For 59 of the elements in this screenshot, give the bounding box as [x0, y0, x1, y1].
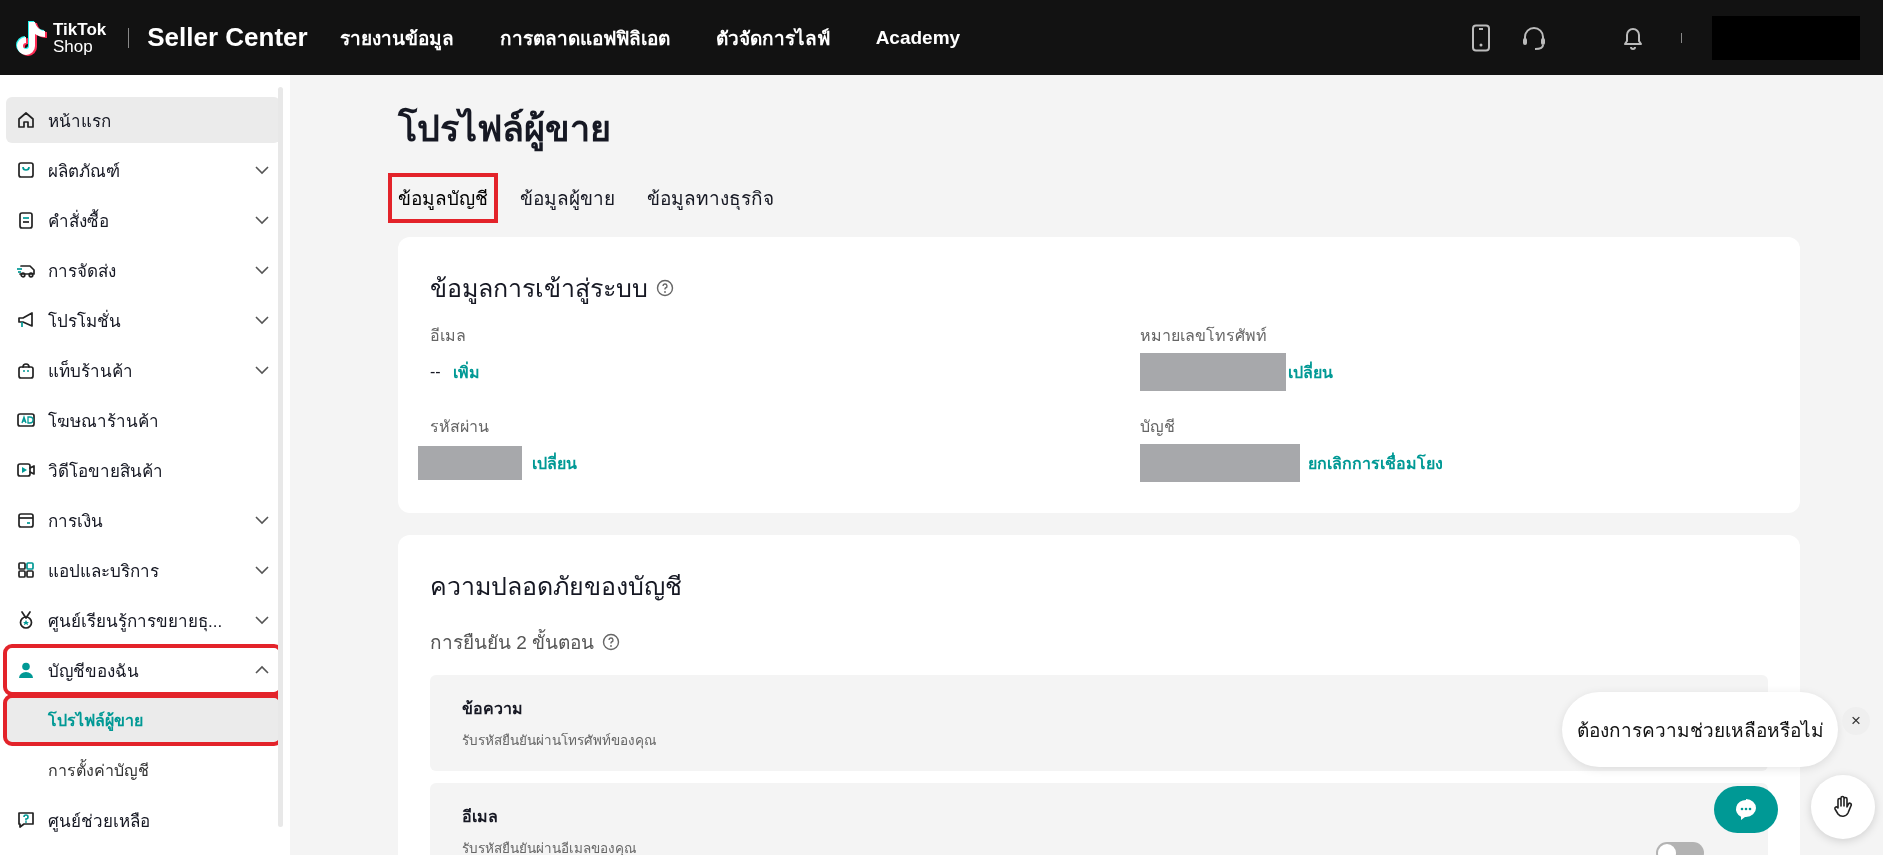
page-title: โปรไฟล์ผู้ขาย	[398, 105, 1800, 153]
field-label: อีเมล	[430, 326, 467, 346]
sidebar-item[interactable]: บัญชีของฉัน	[6, 647, 280, 693]
help-bubble: ต้องการความช่วยเหลือหรือไม่	[1562, 692, 1838, 767]
section-subtitle: การยืนยัน 2 ขั้นตอน	[430, 627, 595, 657]
nav-link[interactable]: รายงานข้อมูล	[339, 22, 454, 53]
help-icon[interactable]	[656, 279, 674, 297]
field-value: --	[430, 363, 441, 381]
tab[interactable]: ข้อมูลบัญชี	[390, 175, 496, 221]
wave-button[interactable]	[1811, 775, 1875, 839]
shopping-bag-icon	[16, 360, 36, 380]
field-label: รหัสผ่าน	[430, 417, 490, 437]
method-title: ข้อความ	[462, 698, 524, 719]
sidebar-item[interactable]: วิดีโอขายสินค้า	[6, 447, 280, 493]
sidebar-item[interactable]: หน้าแรก	[6, 97, 280, 143]
scrollbar[interactable]	[278, 87, 283, 827]
sidebar-item[interactable]: แท็บร้านค้า	[6, 347, 280, 393]
sidebar-item[interactable]: โฆษณาร้านค้า	[6, 397, 280, 443]
action-link[interactable]: เปลี่ยน	[532, 450, 577, 476]
sidebar-item[interactable]: คำสั่งซื้อ	[6, 197, 280, 243]
tab[interactable]: ข้อมูลผู้ขาย	[512, 175, 623, 221]
field-label: บัญชี	[1140, 417, 1176, 438]
action-link[interactable]: เพิ่ม	[452, 359, 480, 385]
sidebar-subitem[interactable]: การตั้งค่าบัญชี	[6, 747, 280, 793]
chat-icon	[1734, 797, 1758, 822]
product-name: Seller Center	[147, 22, 308, 53]
ad-icon	[16, 410, 36, 430]
megaphone-icon	[16, 310, 36, 330]
clipboard-icon	[16, 210, 36, 230]
action-link[interactable]: ยกเลิกการเชื่อมโยง	[1308, 450, 1443, 476]
help-icon[interactable]	[602, 633, 621, 651]
nav-link[interactable]: Academy	[875, 26, 961, 49]
sidebar-item[interactable]: ผลิตภัณฑ์	[6, 147, 280, 193]
nav-link[interactable]: ตัวจัดการไลฟ์	[715, 22, 830, 53]
action-link[interactable]: เปลี่ยน	[1288, 359, 1333, 385]
card-title: ความปลอดภัยของบัญชี	[430, 571, 683, 603]
nav-link[interactable]: การตลาดแอฟฟิลิเอต	[499, 22, 670, 53]
bag-icon	[16, 160, 36, 180]
card-title: ข้อมูลการเข้าสู่ระบบ	[430, 273, 648, 305]
tab[interactable]: ข้อมูลทางธุรกิจ	[639, 175, 782, 221]
sidebar-item[interactable]: แอปและบริการ	[6, 547, 280, 593]
headset-icon[interactable]	[1521, 24, 1547, 51]
home-icon	[16, 110, 36, 130]
video-icon	[16, 460, 36, 480]
apps-icon	[16, 560, 36, 580]
sidebar-item[interactable]: โปรโมชั่น	[6, 297, 280, 343]
logo-text: Shop	[53, 37, 94, 55]
method-title: อีเมล	[462, 806, 499, 827]
logo-text: TikTok	[53, 20, 107, 38]
field-label: หมายเลขโทรศัพท์	[1140, 325, 1268, 346]
sidebar-item[interactable]: ศูนย์เรียนรู้การขยายธุ...	[6, 597, 280, 643]
sidebar-item[interactable]: ศูนย์ช่วยเหลือ	[6, 797, 280, 843]
user-icon	[16, 660, 36, 680]
sidebar-item[interactable]: การเงิน	[6, 497, 280, 543]
sidebar-item[interactable]: การจัดส่ง	[6, 247, 280, 293]
help-icon	[16, 810, 36, 830]
close-button[interactable]: ×	[1842, 707, 1870, 735]
wallet-icon	[16, 510, 36, 530]
phone-icon[interactable]	[1471, 23, 1491, 52]
